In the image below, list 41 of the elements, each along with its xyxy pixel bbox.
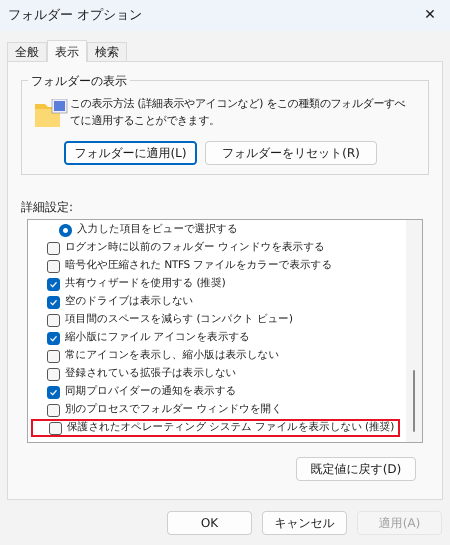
close-button[interactable]: ✕ [410, 0, 450, 31]
checkbox[interactable] [49, 422, 62, 434]
tab[interactable]: 検索 [87, 42, 127, 61]
dialog-button[interactable]: キャンセル [262, 511, 347, 535]
setting-row[interactable]: 常にアイコンを表示し、縮小版は表示しない [31, 347, 280, 365]
setting-row[interactable]: 暗号化や圧縮された NTFS ファイルをカラーで表示する [31, 257, 332, 275]
checkbox[interactable] [47, 404, 60, 416]
setting-row[interactable]: 同期プロバイダーの通知を表示する [31, 383, 236, 401]
restore-defaults-button[interactable]: 既定値に戻す(D) [296, 457, 416, 481]
checkbox[interactable] [47, 242, 60, 254]
checkbox[interactable] [47, 332, 60, 344]
checkmark-icon [49, 388, 58, 396]
setting-row[interactable]: 登録されている拡張子は表示しない [31, 365, 236, 383]
checkbox[interactable] [47, 278, 60, 290]
checkbox[interactable] [47, 296, 60, 308]
setting-row[interactable]: 保護されたオペレーティング システム ファイルを表示しない (推奨) [31, 419, 400, 437]
checkbox[interactable] [47, 368, 60, 380]
setting-row[interactable]: 項目間のスペースを減らす (コンパクト ビュー) [31, 311, 293, 329]
checkbox[interactable] [47, 350, 60, 362]
scrollbar[interactable] [406, 220, 422, 442]
description-text: この表示方法 (詳細表示やアイコンなど) をこの種類のフォルダーすべてに適用することができます。 [70, 96, 406, 129]
group-title: フォルダーの表示 [28, 72, 130, 90]
setting-row[interactable]: 共有ウィザードを使用する (推奨) [31, 275, 226, 293]
setting-row[interactable]: 縮小版にファイル アイコンを表示する [31, 329, 250, 347]
checkbox[interactable] [47, 386, 60, 398]
setting-row[interactable]: 別のプロセスでフォルダー ウィンドウを開く [31, 401, 282, 419]
tab[interactable]: 表示 [47, 40, 87, 62]
folder-button[interactable]: フォルダーに適用(L) [64, 141, 197, 165]
folder-icon [34, 99, 68, 129]
folder-button[interactable]: フォルダーをリセット(R) [205, 141, 377, 165]
section-label: 詳細設定: [21, 199, 74, 216]
setting-row[interactable]: 空のドライブは表示しない [31, 293, 194, 311]
checkbox[interactable] [47, 314, 60, 326]
tab[interactable]: 全般 [7, 42, 47, 61]
setting-row[interactable]: ログオン時に以前のフォルダー ウィンドウを表示する [31, 239, 325, 257]
setting-row[interactable]: 入力した項目をビューで選択する [31, 221, 238, 239]
checkmark-icon [49, 334, 58, 342]
window-title: フォルダー オプション [8, 6, 142, 25]
checkbox[interactable] [47, 260, 60, 272]
radio-button[interactable] [59, 224, 72, 236]
dialog-button[interactable]: OK [167, 511, 252, 535]
